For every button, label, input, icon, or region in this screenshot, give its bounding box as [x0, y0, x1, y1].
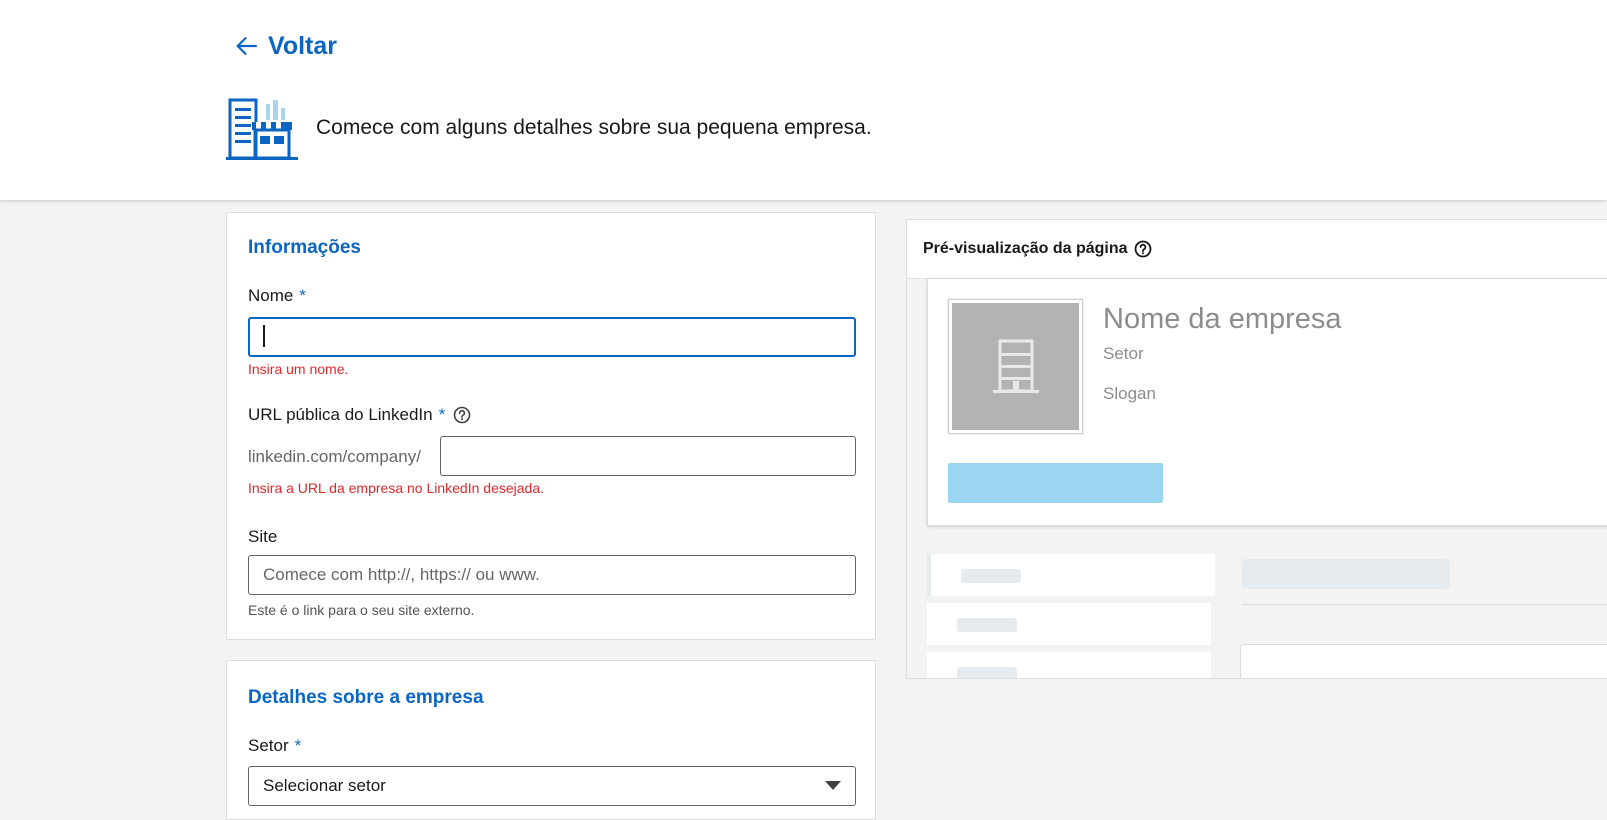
preview-body: Nome da empresa Setor Slogan: [907, 279, 1607, 678]
back-label: Voltar: [268, 31, 337, 60]
page-preview-panel: Pré-visualização da página Nome da empre…: [906, 219, 1607, 679]
question-circle-icon[interactable]: [1134, 240, 1152, 258]
building-icon: [992, 339, 1039, 393]
website-input[interactable]: [248, 555, 856, 595]
page-header: Voltar Comece com alguns detalhes sobre …: [0, 0, 1607, 200]
site-hint: Este é o link para o seu site externo.: [248, 602, 475, 618]
name-input[interactable]: [248, 317, 856, 357]
url-label-text: URL pública do LinkedIn: [248, 405, 433, 424]
preview-company-card: Nome da empresa Setor Slogan: [927, 279, 1607, 526]
caret-down-icon: [825, 781, 841, 790]
small-business-building-icon: [226, 98, 298, 162]
company-details-card: Detalhes sobre a empresa Setor * Selecio…: [226, 660, 876, 820]
question-circle-icon[interactable]: [453, 406, 471, 424]
preview-title: Pré-visualização da página: [923, 240, 1128, 257]
url-label: URL pública do LinkedIn *: [248, 405, 471, 425]
preview-skeleton-tab: [927, 554, 1215, 596]
sector-select-value: Selecionar setor: [263, 776, 386, 795]
page-tagline: Comece com alguns detalhes sobre sua peq…: [316, 116, 872, 139]
preview-company-name: Nome da empresa: [1103, 303, 1342, 335]
name-label-text: Nome: [248, 286, 294, 305]
preview-logo: [948, 299, 1083, 434]
name-error: Insira um nome.: [248, 361, 349, 377]
site-label: Site: [248, 527, 277, 547]
preview-sector: Setor: [1103, 344, 1144, 363]
preview-slogan: Slogan: [1103, 384, 1156, 403]
arrow-left-icon: [236, 36, 257, 56]
url-error: Insira a URL da empresa no LinkedIn dese…: [248, 480, 544, 496]
preview-header: Pré-visualização da página: [907, 220, 1607, 279]
url-prefix: linkedin.com/company/: [248, 447, 421, 466]
required-marker: *: [438, 405, 446, 424]
preview-skeleton-tab: [927, 652, 1211, 678]
required-marker: *: [299, 286, 306, 305]
text-caret: [263, 325, 265, 347]
linkedin-url-input[interactable]: [440, 436, 856, 476]
preview-skeleton-box: [1240, 644, 1607, 678]
sector-label-text: Setor: [248, 736, 289, 755]
preview-skeleton-tab: [927, 603, 1211, 645]
required-marker: *: [294, 736, 302, 755]
information-section-title: Informações: [248, 237, 361, 258]
information-card: Informações Nome * Insira um nome. URL p…: [226, 212, 876, 640]
details-section-title: Detalhes sobre a empresa: [248, 687, 484, 708]
back-link[interactable]: Voltar: [234, 28, 337, 64]
sector-select[interactable]: Selecionar setor: [248, 766, 856, 806]
preview-follow-button: [948, 463, 1163, 503]
preview-skeleton-title: [1242, 559, 1450, 589]
name-label: Nome *: [248, 286, 306, 306]
sector-label: Setor *: [248, 736, 301, 756]
site-label-text: Site: [248, 527, 278, 546]
preview-skeleton-divider: [1242, 604, 1607, 605]
